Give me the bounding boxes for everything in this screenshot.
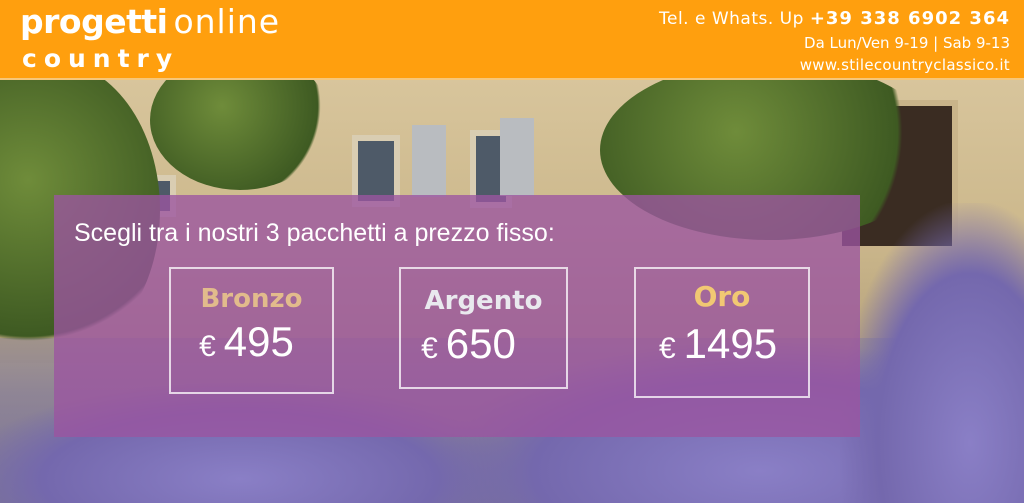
package-price: €650 — [371, 321, 566, 372]
package-argento[interactable]: Argento €650 — [399, 267, 568, 389]
phone-number[interactable]: +39 338 6902 364 — [810, 8, 1010, 29]
currency-symbol: € — [658, 332, 676, 365]
header-bar: progetti online country Tel. e Whats. Up … — [0, 0, 1024, 80]
phone-prefix: Tel. e Whats. Up — [658, 9, 804, 29]
logo-subtitle: country — [22, 44, 180, 73]
package-name: Oro — [693, 280, 751, 313]
logo-bold-text: progetti — [20, 2, 168, 41]
logo-light-text: online — [173, 2, 281, 41]
package-name: Argento — [424, 286, 543, 316]
currency-symbol: € — [199, 330, 216, 363]
package-name: Bronzo — [200, 284, 303, 314]
price-value: 495 — [223, 318, 294, 365]
contact-info: Tel. e Whats. Up +39 338 6902 364 Da Lun… — [659, 6, 1010, 76]
package-price: €495 — [161, 319, 332, 370]
logo[interactable]: progetti online — [20, 2, 280, 42]
website-link[interactable]: www.stilecountryclassico.it — [659, 54, 1010, 76]
lavender-bush — [840, 203, 1024, 503]
package-price: €1495 — [628, 321, 808, 372]
opening-hours: Da Lun/Ven 9-19 | Sab 9-13 — [804, 34, 1010, 52]
package-oro[interactable]: Oro €1495 — [634, 267, 810, 398]
price-value: 1495 — [683, 320, 778, 367]
packages-panel: Scegli tra i nostri 3 pacchetti a prezzo… — [54, 195, 860, 437]
currency-symbol: € — [421, 332, 438, 365]
package-bronzo[interactable]: Bronzo €495 — [169, 267, 334, 394]
panel-title: Scegli tra i nostri 3 pacchetti a prezzo… — [74, 219, 555, 247]
phone-line: Tel. e Whats. Up +39 338 6902 364 — [659, 6, 1010, 32]
price-value: 650 — [445, 320, 516, 367]
window-shutter — [500, 118, 534, 196]
window-shutter — [412, 125, 446, 197]
